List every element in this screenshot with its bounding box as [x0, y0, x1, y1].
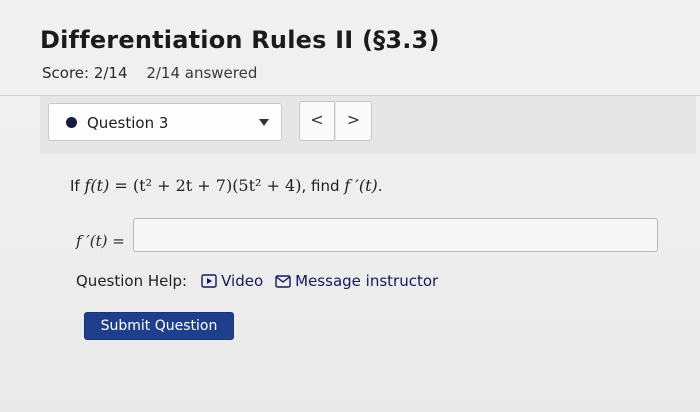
answered-count: 2/14 answered: [146, 64, 258, 82]
factor-2: (5t² + 4): [232, 176, 302, 195]
video-link-label: Video: [221, 272, 264, 290]
envelope-icon: [275, 274, 291, 288]
caret-down-icon: [259, 119, 269, 126]
question-select[interactable]: Question 3: [48, 103, 282, 141]
message-instructor-link[interactable]: Message instructor: [275, 272, 438, 290]
submit-question-button[interactable]: Submit Question: [84, 312, 234, 340]
question-status-dot-icon: [66, 117, 77, 128]
video-play-icon: [201, 274, 217, 288]
problem-suffix: , find: [301, 177, 345, 195]
answer-label: f ′(t) =: [76, 232, 125, 250]
page-title: Differentiation Rules II (§3.3): [40, 26, 440, 54]
question-help-row: Question Help: Video Message instructor: [76, 272, 450, 290]
next-question-button[interactable]: >: [336, 101, 372, 141]
answer-input[interactable]: [133, 218, 658, 252]
score-text: Score: 2/14: [42, 64, 128, 82]
video-link[interactable]: Video: [201, 272, 263, 290]
score-row: Score: 2/14 2/14 answered: [42, 64, 257, 82]
problem-end: .: [377, 177, 383, 195]
problem-statement: If f(t) = (t² + 2t + 7)(5t² + 4), find f…: [70, 176, 383, 195]
function-definition: f(t) = (t² + 2t + 7)(5t² + 4): [84, 176, 301, 195]
target-derivative: f ′(t): [344, 176, 378, 195]
question-help-label: Question Help:: [76, 272, 188, 290]
question-select-label: Question 3: [87, 114, 169, 132]
function-lhs: f(t) =: [84, 176, 133, 195]
previous-question-button[interactable]: <: [299, 101, 335, 141]
factor-1: (t² + 2t + 7): [132, 176, 233, 195]
message-instructor-label: Message instructor: [295, 272, 439, 290]
problem-prefix: If: [70, 177, 85, 195]
